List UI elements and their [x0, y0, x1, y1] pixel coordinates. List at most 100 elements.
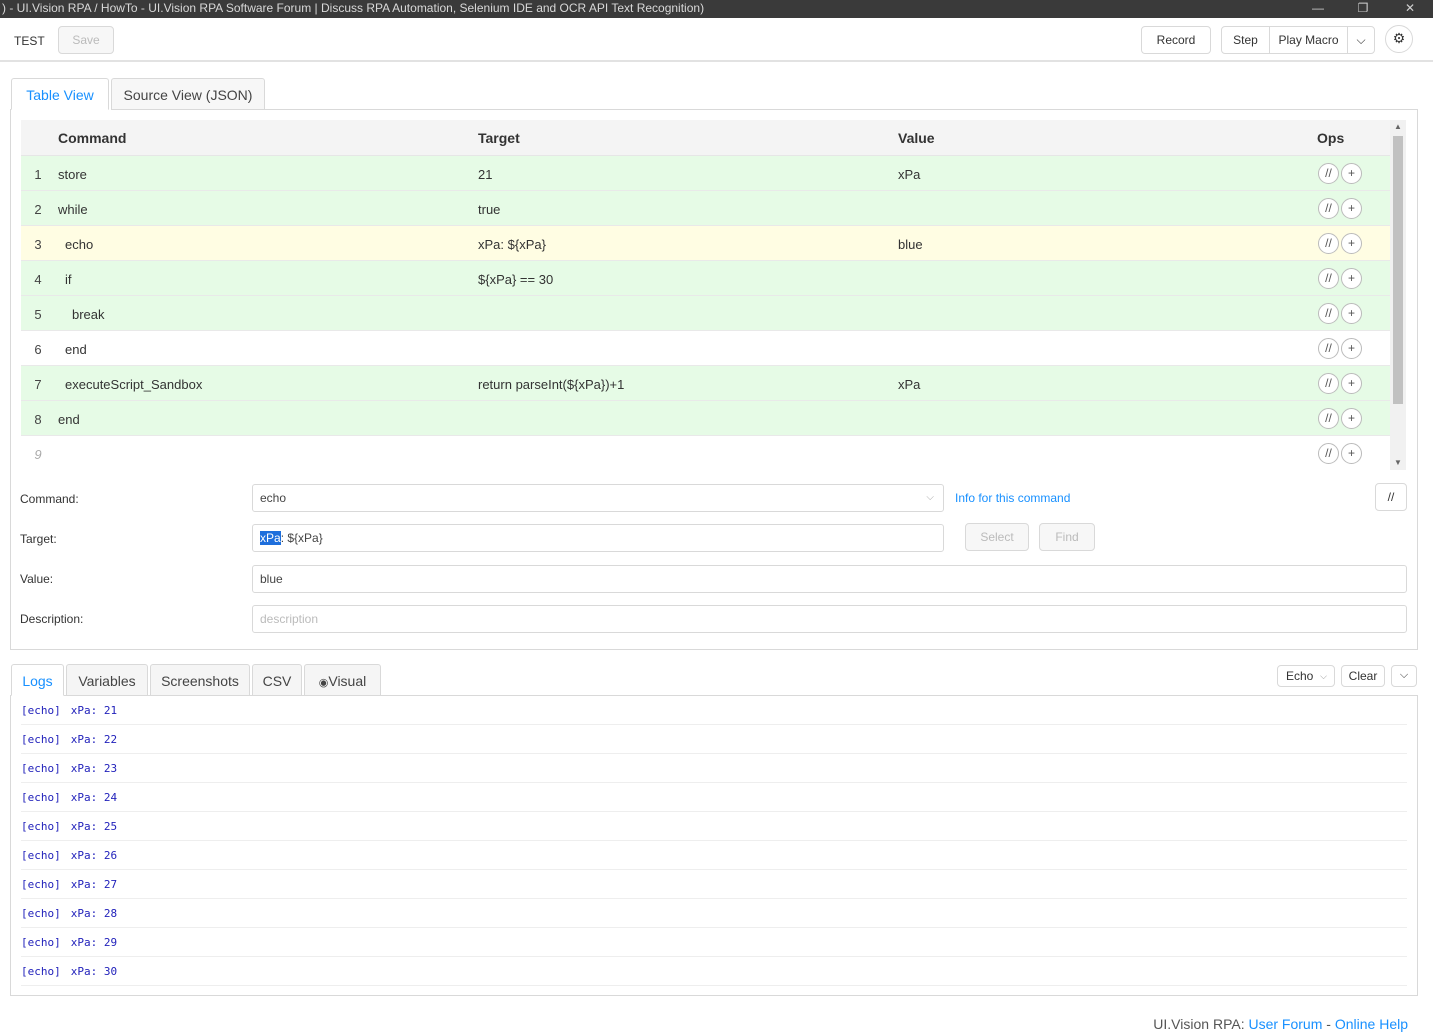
row-number: 4: [34, 272, 42, 287]
tab-logs[interactable]: Logs: [11, 664, 64, 696]
find-button[interactable]: Find: [1039, 523, 1095, 551]
log-filter-select[interactable]: Echo ⌵: [1277, 665, 1335, 687]
table-scrollbar[interactable]: ▲ ▼: [1390, 120, 1406, 470]
table-row[interactable]: 7 executeScript_Sandbox return parseInt(${…: [21, 366, 1390, 401]
record-button[interactable]: Record: [1141, 26, 1211, 54]
user-forum-link[interactable]: User Forum: [1248, 1016, 1322, 1032]
insert-row-button[interactable]: +: [1341, 163, 1362, 184]
value-label: Value:: [20, 572, 54, 586]
close-button[interactable]: ✕: [1388, 0, 1432, 18]
comment-out-button[interactable]: //: [1318, 373, 1339, 394]
log-line: [echo] xPa: 30: [21, 957, 1407, 986]
select-button[interactable]: Select: [965, 523, 1029, 551]
description-label: Description:: [20, 612, 84, 626]
target-selected-text: xPa: [260, 531, 281, 545]
row-target: xPa: ${xPa}: [478, 237, 546, 252]
row-value: xPa: [898, 167, 921, 182]
tab-variables[interactable]: Variables: [66, 664, 148, 696]
command-select-value: echo: [260, 491, 287, 505]
scroll-thumb[interactable]: [1393, 136, 1403, 404]
settings-gear-icon[interactable]: ⚙: [1385, 25, 1413, 53]
comment-out-button[interactable]: //: [1318, 303, 1339, 324]
minimize-button[interactable]: —: [1296, 0, 1340, 18]
table-row[interactable]: 3 echo xPa: ${xPa} blue //+: [21, 226, 1390, 261]
toolbar: TEST Save Record Step Play Macro ⌵ ⚙: [0, 18, 1433, 62]
clear-logs-button[interactable]: Clear: [1341, 665, 1385, 687]
tab-visual[interactable]: ◉Visual: [304, 664, 381, 696]
row-number: 1: [34, 167, 42, 182]
restore-button[interactable]: ❐: [1341, 0, 1385, 18]
target-rest-text: : ${xPa}: [280, 531, 323, 545]
comment-out-button[interactable]: //: [1318, 268, 1339, 289]
row-target: return parseInt(${xPa})+1: [478, 377, 625, 392]
scroll-up-icon[interactable]: ▲: [1390, 120, 1406, 134]
insert-row-button[interactable]: +: [1341, 338, 1362, 359]
row-number: 5: [34, 307, 42, 322]
insert-row-button[interactable]: +: [1341, 268, 1362, 289]
footer: UI.Vision RPA: User Forum - Online Help: [1153, 1016, 1408, 1032]
window-title: ) - UI.Vision RPA / HowTo - UI.Vision RP…: [2, 1, 705, 15]
row-command: break: [72, 307, 105, 322]
insert-row-button[interactable]: +: [1341, 373, 1362, 394]
save-button[interactable]: Save: [58, 26, 114, 54]
comment-out-button[interactable]: //: [1318, 408, 1339, 429]
comment-out-button[interactable]: //: [1318, 163, 1339, 184]
table-row[interactable]: 1 store 21 xPa //+: [21, 156, 1390, 191]
scroll-down-icon[interactable]: ▼: [1390, 456, 1406, 470]
row-command: echo: [65, 237, 94, 252]
log-tag: [echo]: [21, 704, 61, 717]
comment-out-button[interactable]: //: [1318, 338, 1339, 359]
table-row[interactable]: 2 while true //+: [21, 191, 1390, 226]
description-input[interactable]: description: [252, 605, 1407, 633]
row-value: blue: [898, 237, 923, 252]
insert-row-button[interactable]: +: [1341, 443, 1362, 464]
tab-csv[interactable]: CSV: [252, 664, 302, 696]
table-row[interactable]: 6 end //+: [21, 331, 1390, 366]
target-input[interactable]: xPa: ${xPa}: [252, 524, 944, 552]
tab-screenshots[interactable]: Screenshots: [150, 664, 250, 696]
comment-out-button[interactable]: //: [1318, 198, 1339, 219]
log-line: [echo] xPa: 21: [21, 696, 1407, 725]
log-text: xPa: 25: [70, 820, 118, 833]
table-row[interactable]: 9 //+: [21, 436, 1390, 470]
info-for-command-link[interactable]: Info for this command: [955, 491, 1070, 505]
header-ops: Ops: [1317, 130, 1345, 146]
step-button[interactable]: Step: [1222, 27, 1270, 53]
tab-table-view[interactable]: Table View: [11, 78, 109, 110]
play-options-chevron-icon[interactable]: ⌵: [1348, 27, 1374, 53]
table-row[interactable]: 8 end //+: [21, 401, 1390, 436]
insert-row-button[interactable]: +: [1341, 198, 1362, 219]
row-command: end: [58, 412, 80, 427]
insert-row-button[interactable]: +: [1341, 303, 1362, 324]
footer-brand: UI.Vision RPA:: [1153, 1016, 1249, 1032]
comment-out-button[interactable]: //: [1318, 443, 1339, 464]
play-macro-button[interactable]: Play Macro: [1270, 27, 1348, 53]
macro-name: TEST: [14, 34, 45, 48]
log-text: xPa: 21: [70, 704, 118, 717]
row-number: 2: [34, 202, 42, 217]
insert-row-button[interactable]: +: [1341, 408, 1362, 429]
table-row[interactable]: 4 if ${xPa} == 30 //+: [21, 261, 1390, 296]
command-chevron-down-icon: ⌵: [926, 492, 934, 503]
collapse-logs-chevron-icon[interactable]: ⌵: [1391, 665, 1417, 687]
table-row[interactable]: 5 break //+: [21, 296, 1390, 331]
play-button-group: Step Play Macro ⌵: [1221, 26, 1375, 54]
value-input[interactable]: blue: [252, 565, 1407, 593]
row-number: 3: [34, 237, 42, 252]
command-table: Command Target Value Ops 1 store 21 xPa//+2…: [21, 120, 1406, 470]
header-value: Value: [898, 130, 935, 146]
log-tag: [echo]: [21, 936, 61, 949]
tab-source-view[interactable]: Source View (JSON): [111, 78, 265, 110]
online-help-link[interactable]: Online Help: [1335, 1016, 1408, 1032]
comment-toggle-button[interactable]: //: [1375, 483, 1407, 511]
row-number: 9: [34, 447, 42, 462]
row-target: true: [478, 202, 501, 217]
command-select[interactable]: echo ⌵: [252, 484, 944, 512]
insert-row-button[interactable]: +: [1341, 233, 1362, 254]
log-tag: [echo]: [21, 733, 61, 746]
comment-out-button[interactable]: //: [1318, 233, 1339, 254]
footer-separator: -: [1322, 1016, 1335, 1032]
log-tag: [echo]: [21, 878, 61, 891]
log-line: [echo] xPa: 28: [21, 899, 1407, 928]
log-text: xPa: 30: [70, 965, 118, 978]
